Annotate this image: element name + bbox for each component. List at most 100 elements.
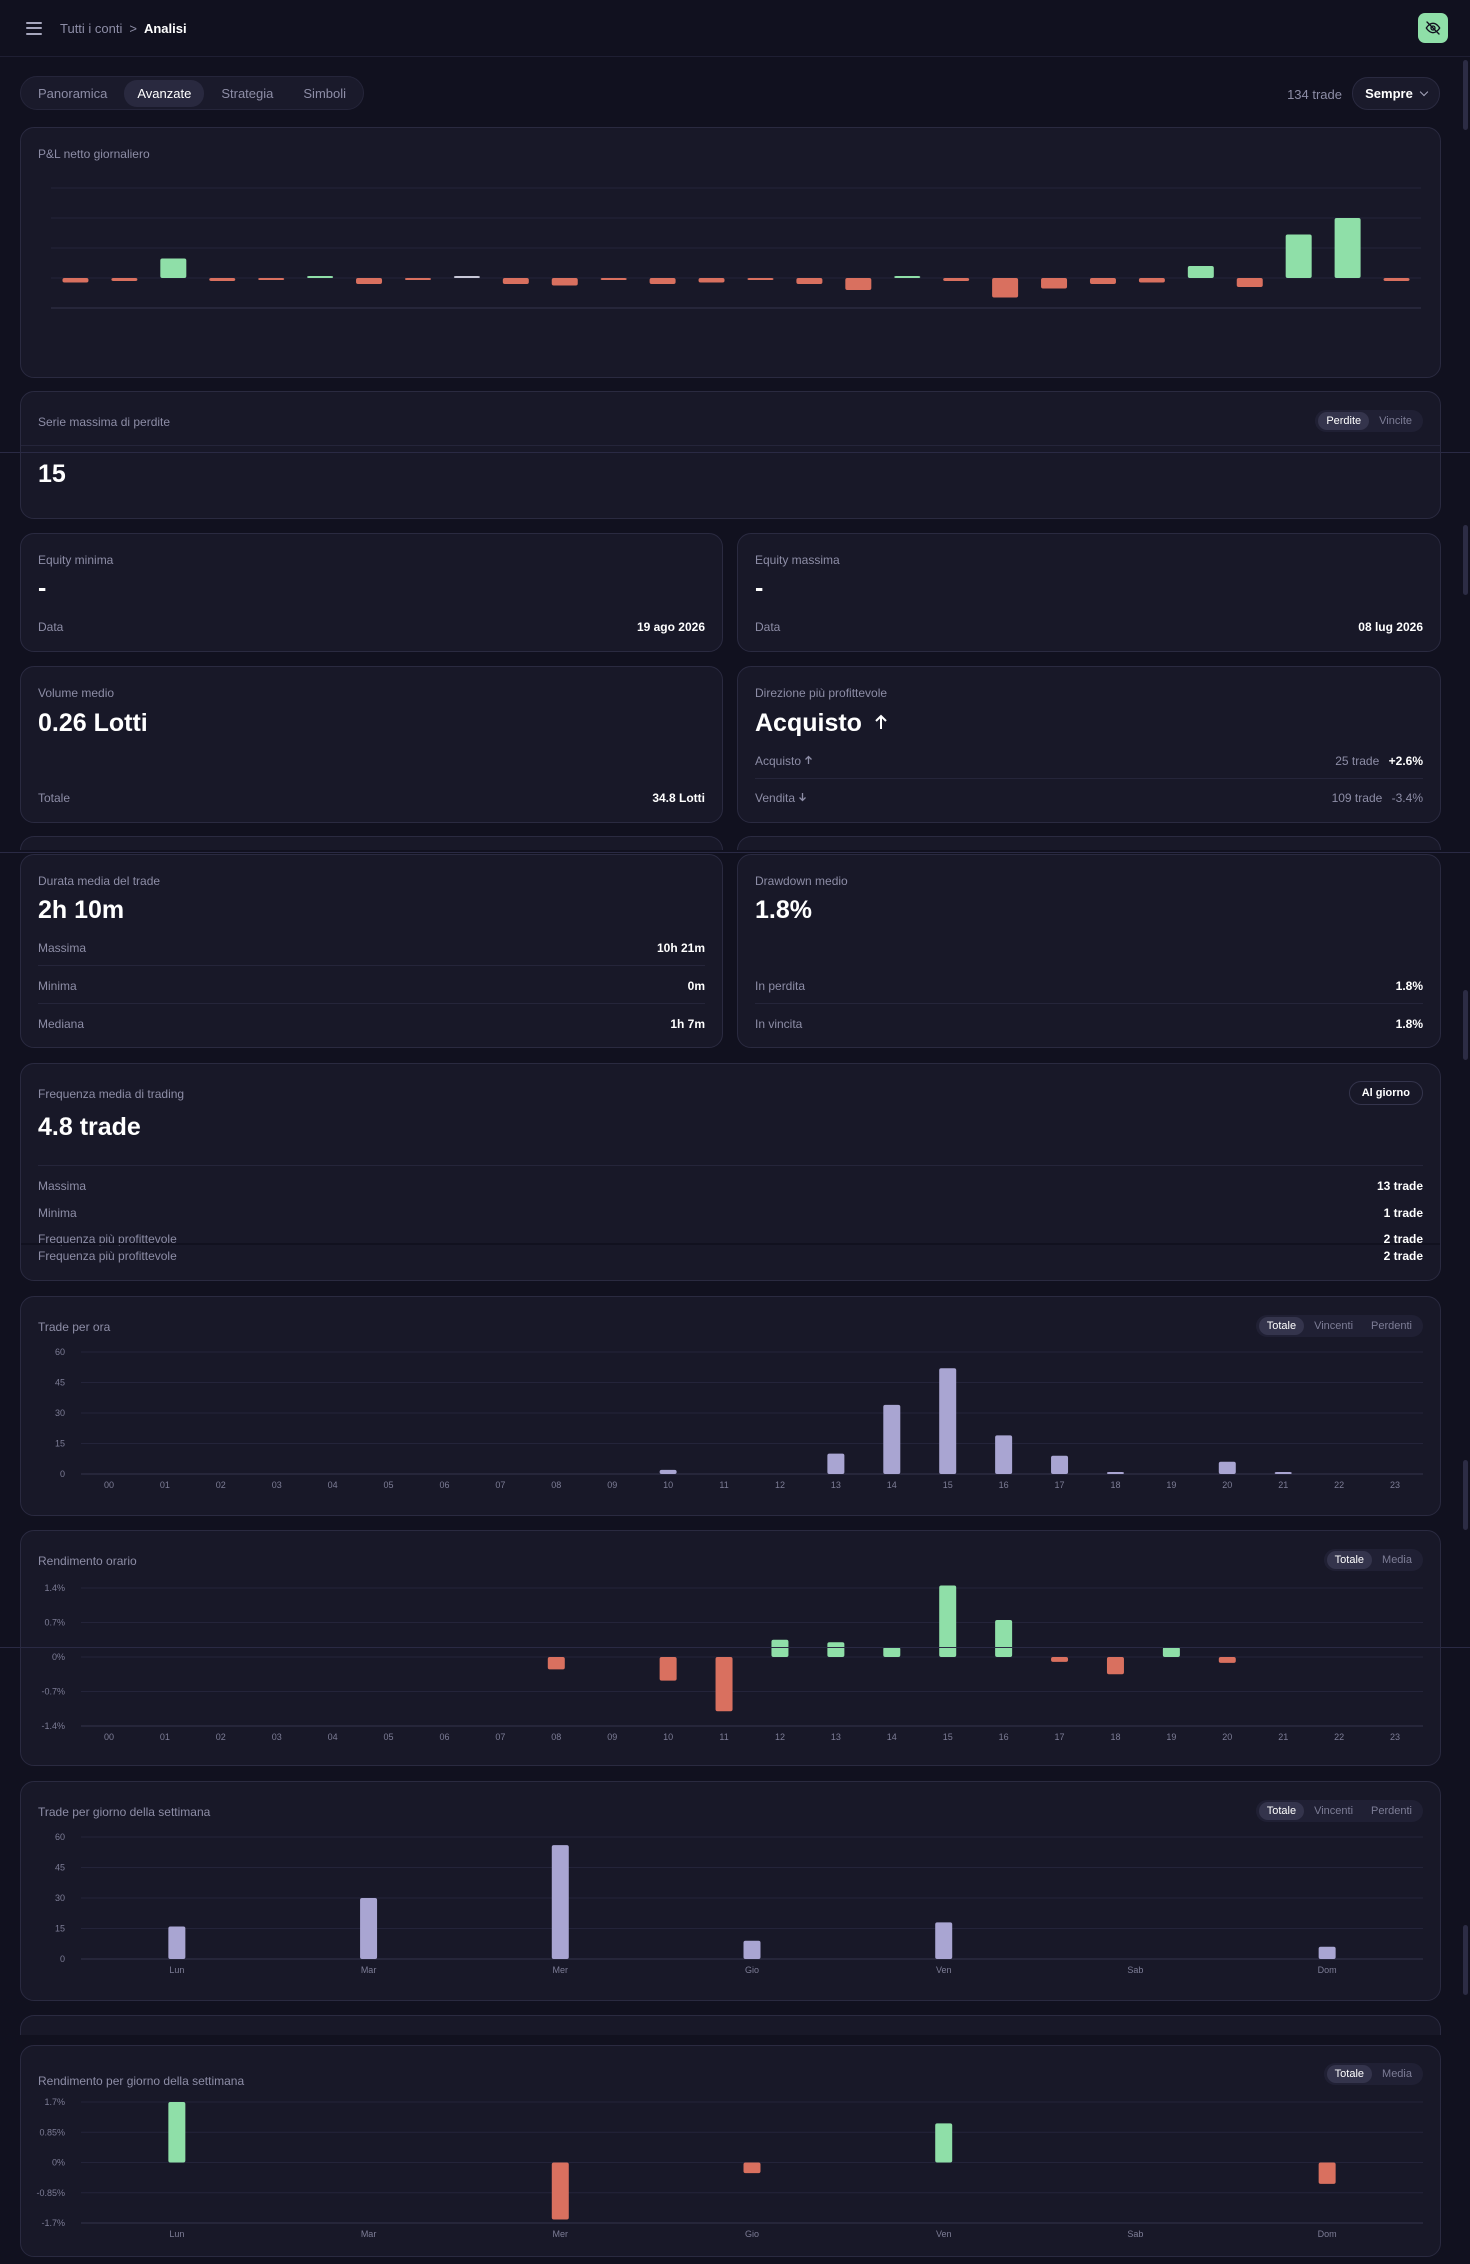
scrollbar-thumb[interactable]	[1463, 60, 1468, 130]
win-value: 1.8%	[1395, 1017, 1423, 1031]
bar	[551, 278, 578, 286]
x-tick-label: 19	[1166, 1480, 1176, 1490]
arrow-up-icon	[805, 755, 813, 764]
bar	[551, 1845, 569, 1959]
bar	[883, 1647, 901, 1657]
x-tick-label: 01	[160, 1480, 170, 1490]
y-tick-label: -0.7%	[41, 1687, 65, 1697]
trades-per-weekday-chart: 60 45 30 15 0 Lun Mar Mer Gio Ven Sab Dom	[55, 1832, 1423, 1975]
y-tick-label: 60	[55, 1832, 65, 1842]
y-tick-label: 30	[55, 1893, 65, 1903]
toggle-vincite[interactable]: Vincite	[1371, 412, 1420, 430]
divider	[38, 1003, 705, 1004]
bar	[1285, 234, 1312, 278]
y-tick-label: 1.7%	[44, 2097, 65, 2107]
sell-text: Vendita	[755, 791, 796, 805]
bar	[1187, 266, 1214, 278]
equity-min-card: Equity minima - Data 19 ago 2026	[20, 533, 723, 652]
y-tick-label: 0	[60, 1954, 65, 1964]
x-tick-label: 13	[831, 1732, 841, 1742]
buy-label: Acquisto	[755, 754, 813, 768]
tab-avanzate[interactable]: Avanzate	[124, 79, 205, 107]
x-tick-label: 12	[775, 1480, 785, 1490]
x-tick-label: Sab	[1127, 1965, 1143, 1975]
bar	[1218, 1657, 1236, 1663]
breadcrumb-current: Analisi	[143, 20, 187, 36]
bar	[111, 278, 138, 281]
x-tick-label: Gio	[745, 2229, 759, 2239]
x-tick-label: 15	[943, 1732, 953, 1742]
x-tick-label: 22	[1334, 1480, 1344, 1490]
bar	[743, 1940, 761, 1959]
x-tick-label: Lun	[169, 1965, 184, 1975]
hide-values-button[interactable]	[1418, 13, 1448, 43]
tab-strategia[interactable]: Strategia	[208, 80, 286, 107]
x-tick-label: 03	[272, 1480, 282, 1490]
duration-value: 2h 10m	[38, 896, 125, 924]
bar	[1138, 278, 1165, 283]
y-tick-label: 1.4%	[44, 1583, 65, 1593]
x-tick-label: Mar	[361, 2229, 377, 2239]
x-tick-label: 22	[1334, 1732, 1344, 1742]
hourly-performance-chart: 1.4% 0.7% 0% -0.7% -1.4% 00 01 02 03 04 05 06 07 08 09…	[41, 1583, 1423, 1742]
scrollbar-thumb[interactable]	[1463, 525, 1468, 595]
fav-value-repeat: 2 trade	[1383, 1249, 1423, 1263]
direction-value: Acquisto	[755, 709, 889, 738]
direction-card: Direzione più profittevole Acquisto Acqu…	[737, 666, 1441, 823]
breadcrumb-separator: >	[129, 20, 137, 36]
card-title: Serie massima di perdite	[38, 415, 171, 429]
buy-pct: +2.6%	[1388, 754, 1423, 768]
bar	[827, 1642, 845, 1657]
card-edge	[737, 836, 1441, 850]
scrollbar-thumb[interactable]	[1463, 1460, 1468, 1530]
tab-panoramica[interactable]: Panoramica	[25, 80, 120, 107]
card-title: Volume medio	[38, 686, 115, 700]
render-seam	[0, 1647, 1470, 1648]
x-tick-label: 21	[1278, 1480, 1288, 1490]
weekday-performance-card: Rendimento per giorno della settimana To…	[20, 2045, 1441, 2257]
scrollbar-thumb[interactable]	[1463, 1925, 1468, 1995]
volume-card: Volume medio 0.26 Lotti Totale 34.8 Lott…	[20, 666, 723, 823]
scrollbar-thumb[interactable]	[1463, 990, 1468, 1060]
bar	[160, 258, 187, 278]
weekday-performance-chart: 1.7% 0.85% 0% -0.85% -1.7% Lun Mar Mer Gio Ven Sab…	[36, 2097, 1423, 2239]
eye-off-icon	[1425, 21, 1441, 35]
bar	[1106, 1471, 1124, 1474]
x-tick-label: 09	[607, 1732, 617, 1742]
y-tick-label: 0%	[52, 1652, 65, 1662]
sell-pct: -3.4%	[1391, 791, 1423, 805]
min-value: 1 trade	[1383, 1206, 1423, 1220]
max-value: 13 trade	[1376, 1179, 1423, 1193]
bar	[939, 1368, 957, 1474]
x-tick-label: 01	[160, 1732, 170, 1742]
bar	[1041, 278, 1068, 289]
breadcrumb-root[interactable]: Tutti i conti	[60, 21, 122, 36]
tab-simboli[interactable]: Simboli	[290, 80, 359, 107]
bar	[649, 278, 676, 284]
hamburger-icon[interactable]	[26, 21, 42, 35]
y-tick-label: 60	[55, 1347, 65, 1357]
bar	[883, 1404, 901, 1474]
x-tick-label: Ven	[936, 2229, 952, 2239]
x-tick-label: 06	[439, 1732, 449, 1742]
x-tick-label: 11	[719, 1732, 728, 1742]
bar	[168, 2102, 186, 2163]
bar	[62, 278, 89, 283]
buy-text: Acquisto	[755, 754, 802, 768]
x-tick-label: Mar	[361, 1965, 377, 1975]
bar	[943, 278, 970, 281]
card-title: Durata media del trade	[38, 874, 161, 888]
render-seam	[0, 852, 1470, 853]
bar	[1318, 1946, 1336, 1959]
range-select[interactable]: Sempre	[1352, 77, 1440, 110]
card-title: Drawdown medio	[755, 874, 848, 888]
toggle-perdite[interactable]: Perdite	[1318, 412, 1370, 430]
sell-stats: 109 trade -3.4%	[1332, 791, 1423, 805]
x-tick-label: 13	[831, 1480, 841, 1490]
x-tick-label: 08	[551, 1480, 561, 1490]
bar	[771, 1639, 789, 1657]
bar	[1334, 218, 1361, 278]
arrow-down-icon	[799, 793, 807, 802]
min-value: 0m	[687, 979, 705, 993]
frequency-period-button[interactable]: Al giorno	[1348, 1081, 1423, 1105]
